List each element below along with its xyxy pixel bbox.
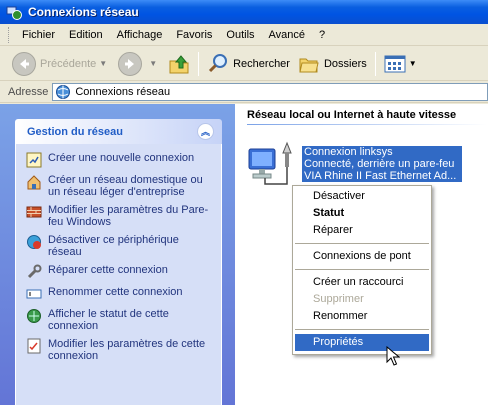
menu-fichier[interactable]: Fichier xyxy=(15,29,62,41)
repair-icon xyxy=(27,264,42,279)
connection-device: VIA Rhine II Fast Ethernet Ad... xyxy=(304,170,457,182)
folders-button[interactable]: Dossiers xyxy=(294,50,371,78)
task-home-network[interactable]: Créer un réseau domestique ou un réseau … xyxy=(26,174,215,198)
home-network-icon xyxy=(27,175,41,190)
back-button[interactable]: Précédente ▼ xyxy=(8,50,114,78)
address-bar: Adresse Connexions réseau xyxy=(0,82,488,103)
ctx-disable[interactable]: Désactiver xyxy=(293,188,431,205)
network-tasks-panel: Gestion du réseau ︽ Créer une nouvelle c… xyxy=(15,119,222,405)
network-connections-icon xyxy=(56,85,71,99)
forward-arrow-icon xyxy=(118,51,143,76)
ctx-separator xyxy=(295,329,429,330)
ctx-delete: Supprimer xyxy=(313,293,364,305)
settings-icon xyxy=(27,338,41,354)
task-pane: Gestion du réseau ︽ Créer une nouvelle c… xyxy=(0,104,235,405)
back-label: Précédente xyxy=(40,57,97,70)
task-label: Créer un réseau domestique ou un réseau … xyxy=(48,174,203,198)
folders-label: Dossiers xyxy=(323,57,367,70)
connection-status: Connecté, derrière un pare-feu xyxy=(304,158,455,170)
address-label: Adresse xyxy=(8,86,49,98)
network-connections-icon xyxy=(6,6,22,20)
new-connection-icon xyxy=(26,152,42,168)
task-label: Modifier les paramètres de cette connexi… xyxy=(48,338,206,362)
toolbar: Précédente ▼ ▼ Rechercher Dossiers ▼ xyxy=(0,47,488,81)
task-repair-connection[interactable]: Réparer cette connexion xyxy=(26,264,215,280)
forward-dropdown-icon[interactable]: ▼ xyxy=(149,59,157,68)
disable-device-icon xyxy=(27,235,41,249)
task-label: Désactiver ce périphérique réseau xyxy=(48,234,179,258)
task-label: Renommer cette connexion xyxy=(48,286,183,298)
back-dropdown-icon[interactable]: ▼ xyxy=(99,59,107,68)
menu-favoris[interactable]: Favoris xyxy=(169,29,219,41)
back-arrow-icon xyxy=(12,51,36,76)
search-label: Rechercher xyxy=(233,57,290,70)
firewall-icon xyxy=(26,206,42,218)
task-new-connection[interactable]: Créer une nouvelle connexion xyxy=(26,152,215,168)
title-bar: Connexions réseau xyxy=(0,0,488,24)
connection-name: Connexion linksys xyxy=(304,146,393,158)
rename-icon xyxy=(26,289,42,299)
up-folder-icon xyxy=(169,54,189,73)
menu-affichage[interactable]: Affichage xyxy=(110,29,170,41)
task-view-status[interactable]: Afficher le statut de cette connexion xyxy=(26,308,215,332)
ctx-separator xyxy=(295,243,429,244)
task-label: Modifier les paramètres du Pare-feu Wind… xyxy=(48,204,209,228)
address-field[interactable]: Connexions réseau xyxy=(52,83,488,101)
ctx-bridge-connections[interactable]: Connexions de pont xyxy=(293,248,431,265)
search-button[interactable]: Rechercher xyxy=(203,50,294,78)
collapse-chevron-icon[interactable]: ︽ xyxy=(197,123,214,140)
search-icon xyxy=(209,53,228,72)
menu-grip xyxy=(8,26,11,43)
mouse-cursor-icon xyxy=(386,346,400,366)
menu-bar: Fichier Edition Affichage Favoris Outils… xyxy=(0,24,488,46)
task-label: Créer une nouvelle connexion xyxy=(48,152,195,164)
network-tasks-list: Créer une nouvelle connexion Créer un ré… xyxy=(15,144,222,405)
ctx-status[interactable]: Statut xyxy=(293,205,431,222)
group-divider xyxy=(247,124,487,125)
ctx-rename[interactable]: Renommer xyxy=(293,308,431,325)
window-title: Connexions réseau xyxy=(28,5,139,19)
ctx-separator xyxy=(295,269,429,270)
menu-help[interactable]: ? xyxy=(312,29,332,41)
task-label: Réparer cette connexion xyxy=(48,264,168,276)
menu-avance[interactable]: Avancé xyxy=(262,29,313,41)
task-firewall-settings[interactable]: Modifier les paramètres du Pare-feu Wind… xyxy=(26,204,215,228)
ctx-properties[interactable]: Propriétés xyxy=(295,334,429,351)
network-tasks-title: Gestion du réseau xyxy=(27,125,123,138)
menu-edition[interactable]: Edition xyxy=(62,29,110,41)
forward-button[interactable]: ▼ xyxy=(114,50,164,78)
group-header: Réseau local ou Internet à haute vitesse xyxy=(247,109,457,121)
toolbar-separator xyxy=(374,51,376,76)
views-button[interactable]: ▼ xyxy=(380,50,424,78)
folders-icon xyxy=(299,58,319,72)
views-icon xyxy=(384,55,406,72)
toolbar-separator xyxy=(198,51,200,76)
ctx-repair[interactable]: Réparer xyxy=(293,222,431,239)
address-value: Connexions réseau xyxy=(75,86,171,98)
context-menu: Désactiver Statut Réparer Connexions de … xyxy=(292,185,432,355)
task-disable-device[interactable]: Désactiver ce périphérique réseau xyxy=(26,234,215,258)
connection-label: Connexion linksys Connecté, derrière un … xyxy=(302,146,462,182)
task-connection-settings[interactable]: Modifier les paramètres de cette connexi… xyxy=(26,338,215,362)
ctx-create-shortcut[interactable]: Créer un raccourci xyxy=(293,274,431,291)
task-rename-connection[interactable]: Renommer cette connexion xyxy=(26,286,215,302)
task-label: Afficher le statut de cette connexion xyxy=(48,308,169,332)
up-folder-button[interactable] xyxy=(164,50,194,78)
lan-connection-icon xyxy=(248,141,292,185)
status-icon xyxy=(27,309,41,323)
views-dropdown-icon[interactable]: ▼ xyxy=(409,59,417,68)
network-tasks-header[interactable]: Gestion du réseau ︽ xyxy=(15,119,222,144)
menu-outils[interactable]: Outils xyxy=(219,29,261,41)
